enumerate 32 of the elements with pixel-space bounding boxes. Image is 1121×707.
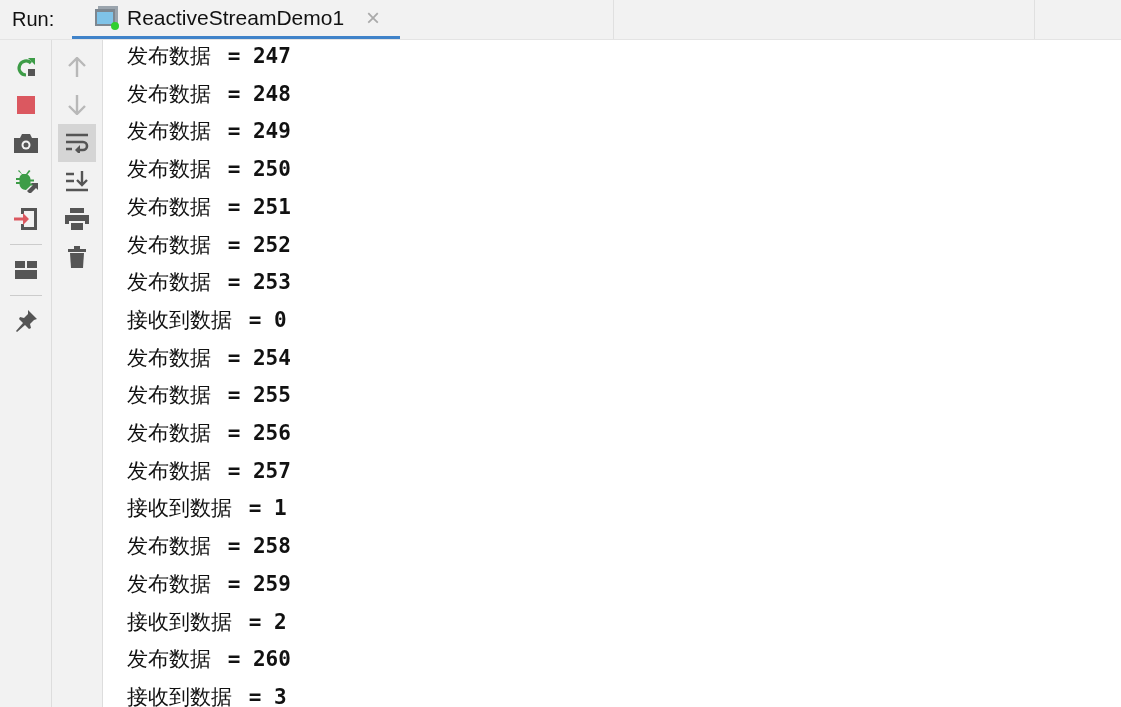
console-line: 发布数据 = 251 xyxy=(127,193,291,221)
console-line: 发布数据 = 247 xyxy=(127,43,291,70)
camera-icon[interactable] xyxy=(13,133,38,153)
soft-wrap-icon[interactable] xyxy=(65,133,89,153)
console-line: 发布数据 = 253 xyxy=(127,269,291,297)
console-line: 发布数据 = 258 xyxy=(127,533,291,561)
scroll-to-end-icon[interactable] xyxy=(65,170,89,192)
stop-icon[interactable] xyxy=(16,96,35,114)
console-line: 发布数据 = 249 xyxy=(127,118,291,146)
console-line: 发布数据 = 254 xyxy=(127,344,291,372)
console-line: 发布数据 = 260 xyxy=(127,646,291,674)
console-line: 发布数据 = 250 xyxy=(127,156,291,184)
pin-icon[interactable] xyxy=(14,310,37,332)
console-line: 发布数据 = 248 xyxy=(127,80,291,108)
console-line: 接收到数据 = 0 xyxy=(127,306,287,334)
printer-icon[interactable] xyxy=(65,208,89,230)
exit-icon[interactable] xyxy=(13,207,38,231)
console-line: 发布数据 = 259 xyxy=(127,570,291,598)
tab-label: ReactiveStreamDemo1 xyxy=(127,6,345,30)
bug-icon[interactable] xyxy=(13,169,38,193)
console-line: 接收到数据 = 2 xyxy=(127,608,287,636)
trash-icon[interactable] xyxy=(68,246,86,268)
console-line: 发布数据 = 252 xyxy=(127,231,291,259)
console-line: 接收到数据 = 3 xyxy=(127,683,287,707)
panel-title: Run: xyxy=(11,8,56,31)
console-line: 发布数据 = 257 xyxy=(127,457,291,485)
rerun-icon[interactable] xyxy=(14,56,37,78)
console-line: 发布数据 = 256 xyxy=(127,420,291,448)
run-tab[interactable]: ReactiveStreamDemo1 × xyxy=(72,0,401,39)
console-line: 发布数据 = 255 xyxy=(127,382,291,410)
layout-icon[interactable] xyxy=(14,261,37,279)
console-line: 接收到数据 = 1 xyxy=(127,495,287,523)
